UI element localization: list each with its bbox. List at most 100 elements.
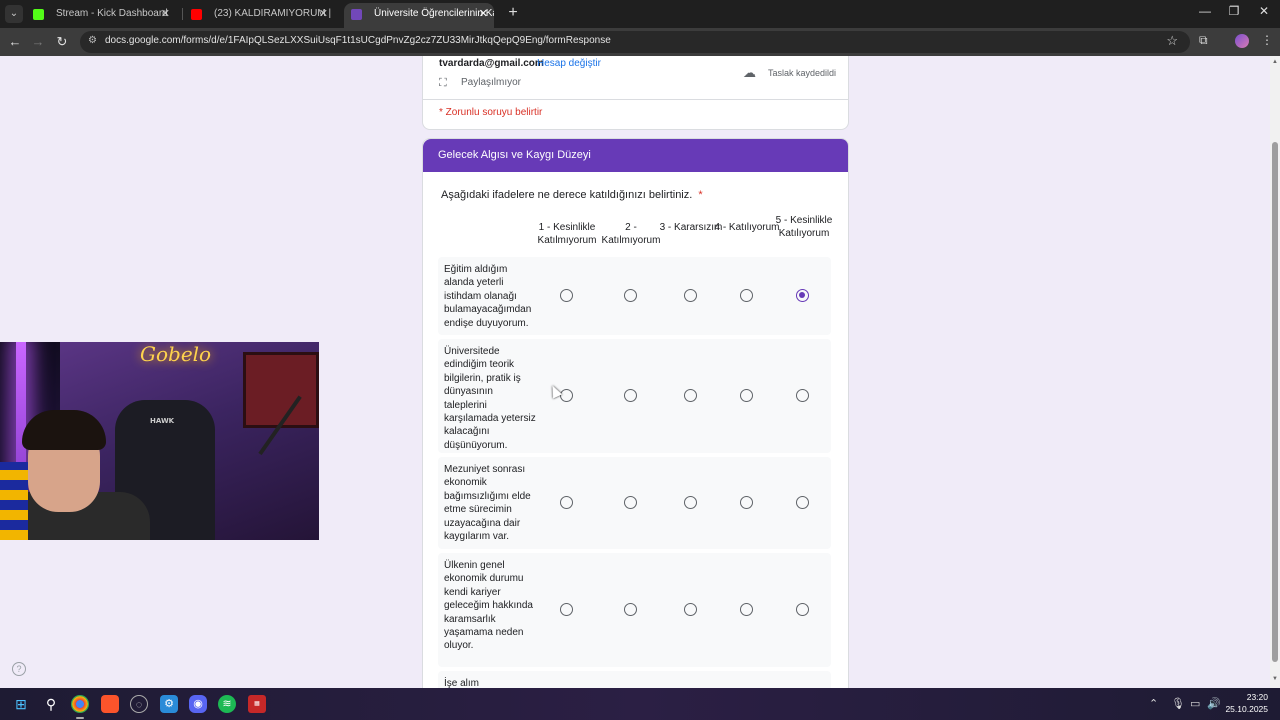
tab-title: (23) KALDIRAMIYORUM | Mada (214, 8, 334, 19)
chrome-icon[interactable] (71, 695, 89, 713)
app-icon[interactable]: ▦ (248, 695, 266, 713)
profile-avatar[interactable] (1235, 34, 1249, 48)
not-shared-icon: ⛶ (439, 77, 447, 89)
cloud-saved-icon: ☁ (743, 65, 756, 80)
radio-row3-col1[interactable] (560, 496, 573, 509)
not-shared-label: Paylaşılmıyor (461, 77, 522, 88)
switch-account-link[interactable]: Hesap değiştir (537, 58, 601, 69)
new-tab-button[interactable]: + (504, 3, 522, 23)
radio-row2-col4[interactable] (740, 389, 753, 402)
radio-row4-col5[interactable] (796, 603, 809, 616)
discord-icon[interactable]: ◉ (189, 695, 207, 713)
search-icon[interactable]: ⚲ (42, 695, 60, 713)
webcam-wall-frame (243, 352, 319, 428)
tab-close-icon[interactable]: ✕ (319, 3, 328, 25)
webcam-overlay: Gobelo HAWK (0, 342, 319, 540)
browser-tab-bar: ⌄ Stream - Kick Dashboard ✕ (23) KALDIRA… (0, 0, 1280, 28)
column-header-1: 1 - Kesinlikle Katılmıyorum (537, 222, 597, 246)
row-label: Üniversitede edindiğim teorik bilgilerin… (444, 346, 536, 451)
tab-google-form[interactable]: Üniversite Öğrencilerinin Kariye ✕ (344, 3, 494, 28)
row-label: Mezuniyet sonrası ekonomik bağımsızlığım… (444, 464, 531, 543)
scroll-thumb[interactable] (1272, 142, 1278, 662)
radio-row4-col1[interactable] (560, 603, 573, 616)
brave-icon[interactable] (101, 695, 119, 713)
radio-row3-col4[interactable] (740, 496, 753, 509)
tab-title: Üniversite Öğrencilerinin Kariye (374, 8, 494, 19)
webcam-chair-logo: HAWK (150, 417, 175, 425)
volume-icon[interactable]: 🔊 (1207, 697, 1221, 710)
radio-row1-col4[interactable] (740, 289, 753, 302)
help-question-icon[interactable]: ? (12, 662, 26, 676)
tab-title: Stream - Kick Dashboard (56, 8, 168, 19)
url-text: docs.google.com/forms/d/e/1FAIpQLSezLXXS… (105, 35, 611, 46)
account-email: tvardarda@gmail.com (439, 58, 544, 69)
tab-youtube-video[interactable]: (23) KALDIRAMIYORUM | Mada ✕ (184, 3, 334, 28)
windows-start-icon[interactable]: ⊞ (12, 695, 30, 713)
question-title: Aşağıdaki ifadelere ne derece katıldığın… (441, 189, 703, 201)
page-scrollbar[interactable]: ▲ ▼ (1270, 56, 1280, 688)
restore-icon[interactable]: ❐ (1224, 4, 1244, 18)
minimize-icon[interactable]: — (1195, 4, 1215, 18)
display-icon[interactable]: ▭ (1190, 697, 1200, 710)
webcam-neon-sign: Gobelo (140, 342, 212, 366)
column-header-5: 5 - Kesinlikle Katılıyorum (775, 215, 833, 239)
radio-row3-col3[interactable] (684, 496, 697, 509)
extensions-puzzle-icon[interactable]: ⧉ (1199, 33, 1208, 48)
radio-row1-col2[interactable] (624, 289, 637, 302)
address-bar[interactable]: ⚙ docs.google.com/forms/d/e/1FAIpQLSezLX… (80, 31, 1190, 53)
webcam-streamer-hair (22, 410, 106, 450)
row-label: Eğitim aldığım alanda yeterli istihdam o… (444, 264, 532, 329)
close-window-icon[interactable]: ✕ (1254, 4, 1274, 18)
scroll-down-arrow-icon[interactable]: ▼ (1272, 676, 1278, 682)
webcam-scarf (0, 462, 28, 540)
radio-row3-col2[interactable] (624, 496, 637, 509)
radio-row1-col1[interactable] (560, 289, 573, 302)
obs-icon[interactable]: ◌ (130, 695, 148, 713)
radio-row2-col3[interactable] (684, 389, 697, 402)
radio-row4-col2[interactable] (624, 603, 637, 616)
scroll-up-arrow-icon[interactable]: ▲ (1272, 59, 1278, 65)
browser-menu-icon[interactable]: ⋮ (1261, 33, 1273, 47)
radio-row3-col5[interactable] (796, 496, 809, 509)
grid-row-5: İşe alım (438, 671, 831, 688)
google-forms-favicon-icon (351, 9, 362, 20)
back-arrow-icon[interactable]: ← (6, 33, 24, 51)
radio-row2-col2[interactable] (624, 389, 637, 402)
tab-search-chevron-icon[interactable]: ⌄ (5, 5, 23, 23)
site-info-icon[interactable]: ⚙ (88, 35, 97, 46)
microphone-icon[interactable]: 🎙 (1171, 697, 1185, 710)
bookmark-star-icon[interactable]: ☆ (1166, 33, 1178, 49)
radio-row2-col5[interactable] (796, 389, 809, 402)
taskbar-time[interactable]: 23:20 (1238, 692, 1268, 702)
steam-icon[interactable]: ⚙ (160, 695, 178, 713)
radio-row1-col5[interactable] (796, 289, 809, 302)
column-header-2: 2 - Katılmıyorum (601, 222, 661, 246)
grid-row-1: Eğitim aldığım alanda yeterli istihdam o… (438, 257, 831, 335)
tab-separator (182, 8, 183, 20)
radio-row4-col4[interactable] (740, 603, 753, 616)
form-account-card: tvardarda@gmail.com Hesap değiştir ⛶ Pay… (422, 56, 849, 130)
required-star: * (698, 189, 703, 201)
section-title: Gelecek Algısı ve Kaygı Düzeyi (423, 139, 848, 172)
row-label: İşe alım (444, 678, 480, 688)
radio-row2-col1[interactable] (560, 389, 573, 402)
tray-chevron-icon[interactable]: ⌃ (1149, 697, 1158, 710)
youtube-favicon-icon (191, 9, 202, 20)
forward-arrow-icon[interactable]: → (29, 33, 47, 51)
radio-row4-col3[interactable] (684, 603, 697, 616)
tab-close-icon[interactable]: ✕ (161, 3, 170, 25)
divider (423, 99, 848, 100)
taskbar-date[interactable]: 25.10.2025 (1224, 704, 1268, 714)
spotify-icon[interactable]: ≋ (218, 695, 236, 713)
tab-close-icon[interactable]: ✕ (479, 3, 488, 25)
grid-row-2: Üniversitede edindiğim teorik bilgilerin… (438, 339, 831, 453)
grid-row-4: Ülkenin genel ekonomik durumu kendi kari… (438, 553, 831, 667)
draft-saved-label: Taslak kaydedildi (768, 68, 837, 78)
row-label: Ülkenin genel ekonomik durumu kendi kari… (444, 560, 533, 652)
form-section-card: Gelecek Algısı ve Kaygı Düzeyi Aşağıdaki… (422, 138, 849, 688)
radio-row1-col3[interactable] (684, 289, 697, 302)
required-note: * Zorunlu soruyu belirtir (439, 107, 543, 118)
kick-favicon-icon (33, 9, 44, 20)
tab-kick-dashboard[interactable]: Stream - Kick Dashboard ✕ (26, 3, 176, 28)
reload-icon[interactable]: ↻ (53, 33, 71, 51)
